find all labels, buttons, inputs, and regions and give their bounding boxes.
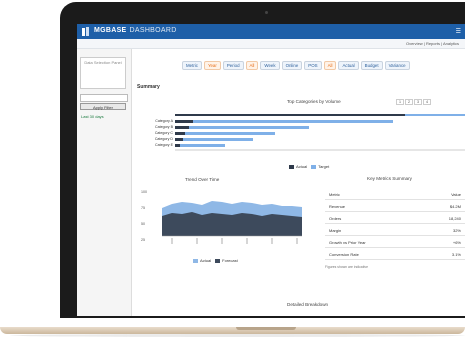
bar-label: Category E (155, 143, 173, 147)
table-row-label: Margin (329, 228, 342, 233)
table-title: Key Metrics Summary (367, 176, 412, 181)
sidebar: Data Selection Panel Apply Filter Last 3… (77, 49, 132, 316)
bar-actual[interactable] (175, 120, 193, 123)
stage: MGBASE DASHBOARD ☰ Overview | Reports | A… (0, 0, 465, 337)
filter-pill[interactable]: All (323, 61, 337, 70)
bar-chart-legend: Actual Target (285, 164, 329, 169)
bottom-section-title: Detailed Breakdown (287, 302, 329, 307)
sub-nav-links[interactable]: Overview | Reports | Analytics (406, 41, 459, 46)
pager-button-2[interactable]: 2 (405, 99, 413, 105)
bar-actual[interactable] (175, 132, 185, 135)
table-row-value: 18,240 (448, 216, 461, 221)
bar-target[interactable] (185, 132, 275, 135)
sidebar-link[interactable]: Last 30 days (81, 114, 104, 119)
bar-target[interactable] (193, 120, 393, 123)
section-title: Summary (137, 84, 160, 90)
filter-pill[interactable]: POS (304, 61, 322, 70)
bar-chart-title: Top Categories by Volume (287, 99, 341, 104)
table-row-label: Revenue (329, 204, 346, 209)
table-row: Margin 32% (325, 227, 465, 236)
filter-pill[interactable]: Metric (182, 61, 202, 70)
bar-chart (175, 114, 465, 151)
legend-swatch (311, 164, 317, 169)
table-row: Orders 18,240 (325, 215, 465, 224)
bar-target[interactable] (180, 144, 225, 147)
table-row-value: $4.2M (449, 204, 461, 209)
area-chart-title: Trend Over Time (185, 177, 220, 182)
filter-pill[interactable]: All (245, 61, 259, 70)
sidebar-search-input[interactable] (80, 94, 128, 102)
table-row-value: 32% (452, 228, 461, 233)
laptop-screen: MGBASE DASHBOARD ☰ Overview | Reports | A… (77, 24, 465, 316)
bar-actual[interactable] (175, 138, 183, 141)
area-chart (162, 201, 302, 244)
table-row-value: 3.1% (451, 252, 461, 257)
filter-pill[interactable]: Variance (384, 61, 410, 70)
area-series-dark (162, 212, 302, 236)
table-row-label: Orders (329, 216, 342, 221)
legend-label: Forecast (222, 258, 238, 263)
pager-button-3[interactable]: 3 (414, 99, 422, 105)
brand-subtitle: DASHBOARD (129, 27, 177, 34)
filter-pill[interactable]: Actual (338, 61, 359, 70)
laptop-base-bar (0, 327, 465, 334)
legend-swatch (215, 258, 221, 263)
pager-button-1[interactable]: 1 (396, 99, 404, 105)
menu-icon[interactable]: ☰ (456, 28, 461, 35)
filter-pill[interactable]: Week (260, 61, 280, 70)
bar-chart-labels: Category A Category B Category C Categor… (133, 118, 173, 148)
logo-icon (82, 27, 89, 36)
table-row-label: Metric (329, 192, 340, 197)
bar-target[interactable] (183, 138, 253, 141)
table-row-value: Value (451, 192, 461, 197)
table-row: Conversion Rate 3.1% (325, 251, 465, 260)
bar-target[interactable] (189, 126, 309, 129)
table-row: Revenue $4.2M (325, 203, 465, 212)
table-footnote: Figures shown are indicative (325, 265, 368, 269)
area-chart-y-ticks: 100 75 50 25 (141, 184, 147, 248)
laptop-base (0, 318, 465, 337)
table-row-value: +6% (452, 240, 461, 245)
area-chart-legend: Actual Forecast (189, 258, 238, 263)
y-tick: 100 (141, 190, 147, 194)
camera-icon (265, 11, 268, 14)
filter-bar: Metric Year Period All Week Online POS All Actua… (182, 61, 412, 70)
table-row-label: Conversion Rate (329, 252, 359, 257)
filter-pill[interactable]: Budget (360, 61, 383, 70)
legend-label: Actual (296, 164, 308, 169)
brand-name: MGBASE (94, 27, 127, 34)
sidebar-card: Data Selection Panel (80, 57, 126, 89)
bar-chart-pager: 1234 (395, 99, 431, 105)
y-tick: 25 (141, 238, 145, 242)
legend-swatch (193, 258, 198, 263)
sidebar-apply-button[interactable]: Apply Filter (80, 103, 126, 110)
bar-actual[interactable] (175, 144, 180, 147)
bar-actual[interactable] (175, 126, 189, 129)
filter-pill[interactable]: Online (281, 61, 303, 70)
pager-button-4[interactable]: 4 (423, 99, 431, 105)
y-tick: 50 (141, 222, 145, 226)
brand-title: MGBASE DASHBOARD (94, 27, 177, 34)
table-row: Growth vs Prior Year +6% (325, 239, 465, 248)
legend-label: Actual (200, 258, 212, 263)
sub-navigation: Overview | Reports | Analytics (77, 39, 465, 49)
y-tick: 75 (141, 206, 145, 210)
table-row-label: Growth vs Prior Year (329, 240, 366, 245)
laptop-notch (236, 327, 296, 330)
app-header: MGBASE DASHBOARD ☰ (77, 24, 465, 39)
filter-pill[interactable]: Period (222, 61, 244, 70)
legend-swatch (289, 164, 294, 169)
filter-pill[interactable]: Year (203, 61, 221, 70)
legend-label: Target (318, 164, 330, 169)
table-row: Metric Value (325, 191, 465, 200)
